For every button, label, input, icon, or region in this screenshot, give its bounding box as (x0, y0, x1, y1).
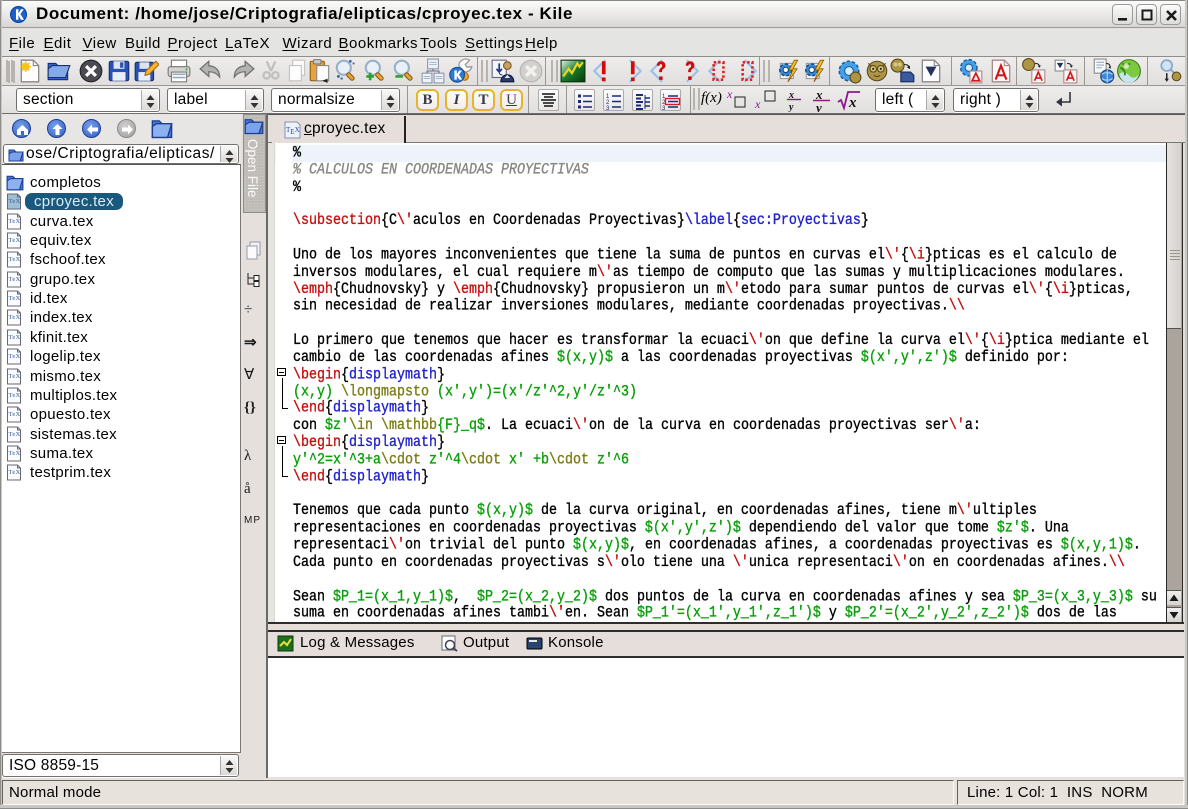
svg-text:x: x (726, 88, 733, 101)
svg-text:TeX: TeX (9, 373, 21, 380)
svg-text:y: y (814, 100, 822, 112)
svg-text:TeX: TeX (9, 295, 21, 302)
svg-text:TeX: TeX (9, 237, 21, 244)
svg-text:TeX: TeX (9, 450, 21, 457)
svg-text:TeX: TeX (9, 334, 21, 341)
svg-text:TeX: TeX (9, 256, 21, 263)
svg-text:TeX: TeX (9, 392, 21, 399)
svg-text:x: x (754, 97, 761, 111)
svg-text:3: 3 (606, 106, 610, 112)
svg-text:TeX: TeX (9, 276, 21, 283)
svg-text:y: y (788, 102, 794, 112)
svg-text:TeX: TeX (9, 218, 21, 225)
svg-text:x: x (848, 95, 857, 111)
svg-text:TeX: TeX (9, 198, 21, 205)
svg-text:TeX: TeX (9, 411, 21, 418)
svg-text:TeX: TeX (9, 431, 21, 438)
svg-text:TeX: TeX (9, 353, 21, 360)
svg-text:TeX: TeX (9, 469, 21, 476)
svg-text:3: 3 (662, 106, 666, 112)
svg-text:TeX: TeX (9, 314, 21, 321)
